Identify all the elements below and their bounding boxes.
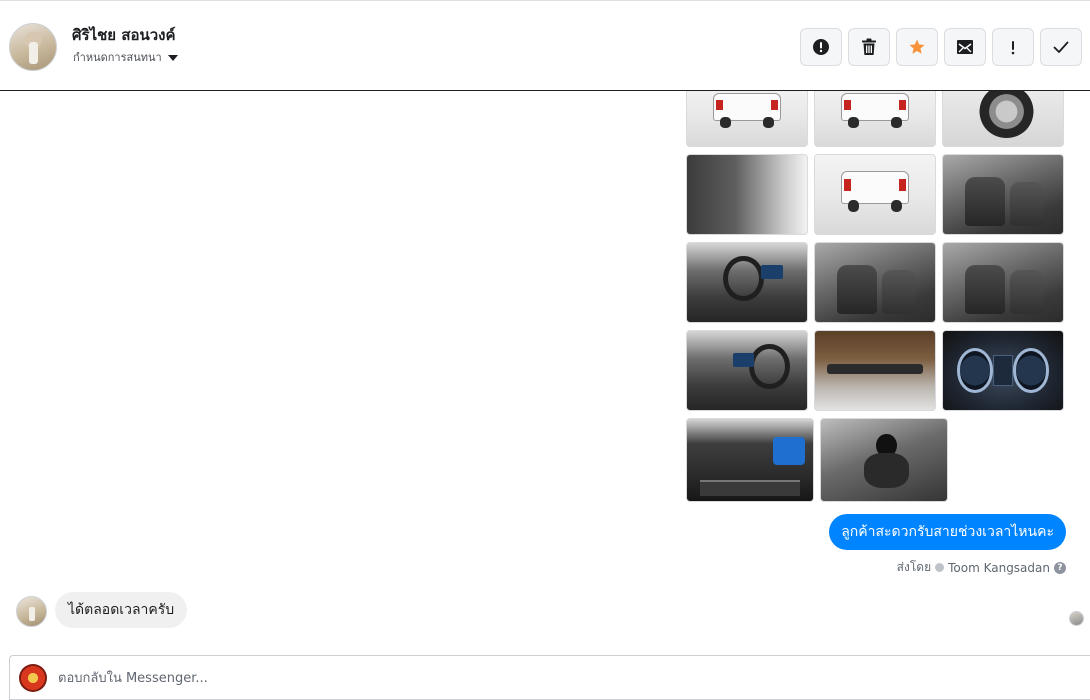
reply-input[interactable] xyxy=(58,666,958,690)
photo-attachment[interactable] xyxy=(942,91,1064,147)
photo-attachment[interactable] xyxy=(942,154,1064,235)
checkmark-icon xyxy=(1053,41,1069,53)
sent-by-info: ส่งโดย Toom Kangsadan ? xyxy=(897,558,1066,577)
photo-attachment[interactable] xyxy=(686,330,808,411)
trash-icon xyxy=(862,38,876,55)
mark-spam-button[interactable] xyxy=(800,28,842,66)
incoming-message-bubble[interactable]: ได้ตลอดเวลาครับ xyxy=(55,592,188,628)
exclamation-circle-icon xyxy=(813,39,829,55)
contact-avatar-small[interactable] xyxy=(16,596,47,627)
seen-indicator-avatar xyxy=(1069,611,1084,626)
help-question-icon[interactable]: ? xyxy=(1054,561,1066,574)
conversation-header: ศิริไชย สอนวงค์ กำหนดการสนทนา xyxy=(0,0,1090,91)
conversation-toolbar xyxy=(800,28,1082,66)
star-button[interactable] xyxy=(896,28,938,66)
photo-attachment[interactable] xyxy=(820,418,948,502)
outgoing-message-bubble[interactable]: ลูกค้าสะดวกรับสายช่วงเวลาไหนคะ xyxy=(829,514,1066,550)
exclamation-icon xyxy=(1011,41,1015,55)
delete-button[interactable] xyxy=(848,28,890,66)
photo-attachment[interactable] xyxy=(686,242,808,323)
reply-composer xyxy=(9,655,1090,700)
star-icon xyxy=(909,39,925,54)
photo-attachment[interactable] xyxy=(942,242,1064,323)
photo-attachment[interactable] xyxy=(686,154,808,235)
sender-name[interactable]: Toom Kangsadan xyxy=(948,561,1050,575)
follow-up-button[interactable] xyxy=(992,28,1034,66)
caret-down-icon xyxy=(167,54,178,61)
verified-dot-icon xyxy=(935,563,945,572)
photo-attachment[interactable] xyxy=(814,91,936,147)
envelope-icon xyxy=(957,40,973,54)
conversation-settings-label: กำหนดการสนทนา xyxy=(73,51,162,64)
conversation-settings-dropdown[interactable]: กำหนดการสนทนา xyxy=(73,48,178,66)
message-thread[interactable]: ลูกค้าสะดวกรับสายช่วงเวลาไหนคะ ส่งโดย To… xyxy=(0,91,1090,654)
photo-attachment[interactable] xyxy=(686,91,808,147)
mark-done-button[interactable] xyxy=(1040,28,1082,66)
contact-name[interactable]: ศิริไชย สอนวงค์ xyxy=(72,23,176,47)
sent-by-label: ส่งโดย xyxy=(896,560,932,574)
page-avatar xyxy=(19,664,47,692)
photo-attachment[interactable] xyxy=(686,418,814,502)
mark-unread-button[interactable] xyxy=(944,28,986,66)
photo-attachment[interactable] xyxy=(814,154,936,235)
photo-attachment[interactable] xyxy=(942,330,1064,411)
contact-avatar[interactable] xyxy=(9,23,57,71)
photo-attachment[interactable] xyxy=(814,330,936,411)
photo-attachment[interactable] xyxy=(814,242,936,323)
